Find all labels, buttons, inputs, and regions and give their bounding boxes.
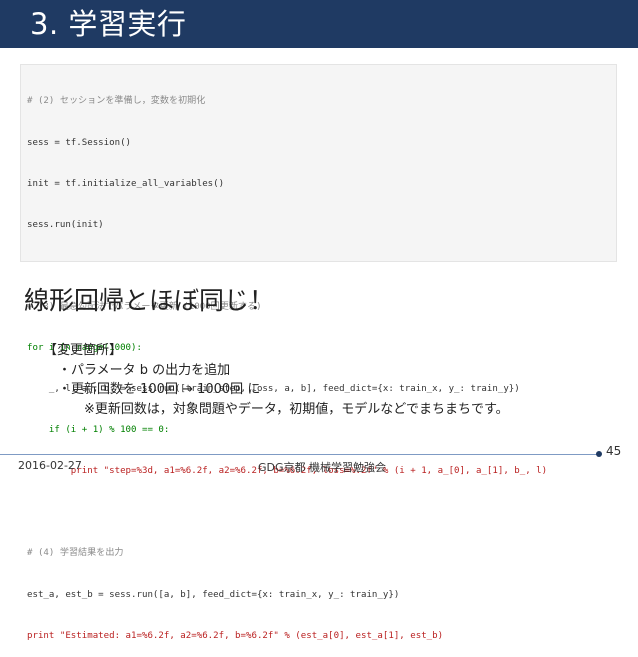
notes-header: 【変更箇所】 <box>44 343 123 358</box>
code-comment-2: # (2) セッションを準備し，変数を初期化 <box>27 96 206 107</box>
slide-title: 3. 学習実行 <box>30 7 187 41</box>
change-notes: 【変更箇所】 ・パラメータ b の出力を追加 ・更新回数を 100回 → 100… <box>44 341 509 419</box>
code-line-init: init = tf.initialize_all_variables() <box>27 178 225 189</box>
code-comment-4: # (4) 学習結果を出力 <box>27 548 124 559</box>
code-line-if: if (i + 1) % 100 == 0: <box>27 425 170 436</box>
code-line-print-estimated: print "Estimated: a1=%6.2f, a2=%6.2f, b=… <box>27 630 444 641</box>
title-bar: 3. 学習実行 <box>0 0 638 48</box>
code-block: # (2) セッションを準備し，変数を初期化 sess = tf.Session… <box>20 64 617 641</box>
footer-event-name: GDG京都 機械学習勉強会 <box>258 461 387 474</box>
note-item-output: ・パラメータ b の出力を追加 <box>58 362 231 378</box>
page-number: 45 <box>606 444 622 458</box>
code-line-est: est_a, est_b = sess.run([a, b], feed_dic… <box>27 589 400 600</box>
footer-date: 2016-02-27 <box>18 459 82 472</box>
footer-dot-icon <box>596 451 602 457</box>
code-line-run-init: sess.run(init) <box>27 219 104 230</box>
footer-divider <box>0 454 600 455</box>
note-item-iterations: ・更新回数を 100回 → 1000回 に <box>58 382 261 397</box>
note-item-remark: ※更新回数は，対象問題やデータ，初期値，モデルなどでまちまちです。 <box>84 401 509 417</box>
code-line-session: sess = tf.Session() <box>27 137 132 148</box>
slide-heading: 線形回帰とほぼ同じ！ <box>24 286 275 315</box>
